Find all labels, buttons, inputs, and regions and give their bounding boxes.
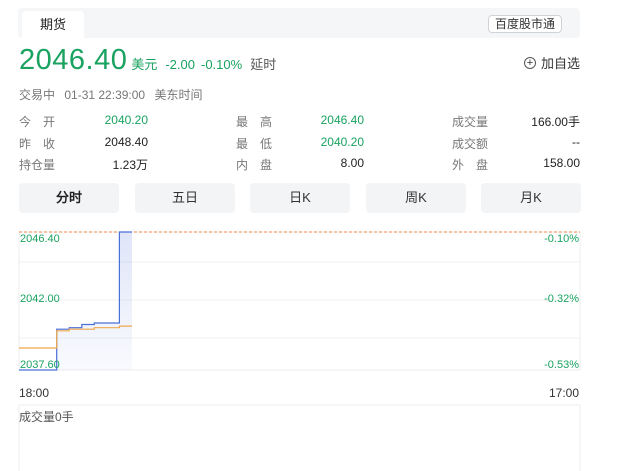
tab-daily-k[interactable]: 日K: [250, 183, 350, 213]
price-change: -2.00: [165, 57, 195, 72]
turnover-label: 成交额: [452, 137, 489, 151]
tab-monthly-k[interactable]: 月K: [481, 183, 581, 213]
open-label: 今 开: [19, 115, 56, 129]
period-tabs: 分时 五日 日K 周K 月K: [19, 183, 581, 213]
high-value: 2046.40: [320, 113, 364, 127]
trade-timezone: 美东时间: [154, 88, 203, 102]
x-tick-end: 17:00: [549, 386, 580, 400]
volume-label: 成交量: [452, 115, 489, 129]
add-watchlist-button[interactable]: + 加自选: [523, 53, 580, 72]
y-tick-left-top: 2046.40: [20, 233, 60, 245]
turnover-value: --: [572, 135, 580, 149]
x-tick-start: 18:00: [19, 386, 50, 400]
volume-value: 166.00手: [531, 115, 580, 129]
y-tick-left-mid: 2042.00: [20, 293, 60, 305]
trade-state: 交易中: [19, 88, 56, 102]
add-watchlist-label: 加自选: [540, 56, 580, 71]
tab-futures[interactable]: 期货: [22, 11, 84, 38]
intraday-chart: 2046.40 2042.00 2037.60 -0.10% -0.32% -0…: [18, 231, 581, 471]
last-price: 2046.40: [19, 44, 128, 76]
y-tick-right-top: -0.10%: [544, 233, 579, 245]
y-tick-left-bottom: 2037.60: [20, 359, 60, 371]
inner-label: 内 盘: [236, 158, 273, 172]
price-change-pct: -0.10%: [200, 57, 243, 72]
brand-badge[interactable]: 百度股市通: [487, 15, 562, 33]
open-interest-label: 持仓量: [19, 158, 56, 172]
delay-label: 延时: [250, 57, 277, 72]
y-tick-right-bottom: -0.53%: [544, 359, 579, 371]
tab-five-day[interactable]: 五日: [135, 183, 235, 213]
prev-close-label: 昨 收: [19, 137, 56, 151]
price-row: 2046.40 美元 -2.00 -0.10% 延时: [19, 44, 276, 78]
trade-datetime: 01-31 22:39:00: [64, 88, 146, 102]
currency: 美元: [131, 57, 158, 72]
low-label: 最 低: [236, 137, 273, 151]
prev-close-value: 2048.40: [104, 135, 148, 149]
tab-intraday[interactable]: 分时: [19, 183, 119, 213]
y-tick-right-mid: -0.32%: [544, 293, 579, 305]
tab-weekly-k[interactable]: 周K: [366, 183, 466, 213]
volume-caption: 成交量0手: [19, 410, 74, 424]
inner-value: 8.00: [340, 156, 364, 170]
outer-value: 158.00: [543, 156, 580, 170]
outer-label: 外 盘: [452, 158, 489, 172]
plus-circle-icon: +: [523, 56, 536, 69]
high-label: 最 高: [236, 115, 273, 129]
trade-status: 交易中 01-31 22:39:00 美东时间: [19, 86, 208, 103]
open-value: 2040.20: [104, 113, 148, 127]
top-bar: 期货 百度股市通: [18, 8, 580, 38]
low-value: 2040.20: [320, 135, 364, 149]
open-interest-value: 1.23万: [112, 158, 148, 172]
